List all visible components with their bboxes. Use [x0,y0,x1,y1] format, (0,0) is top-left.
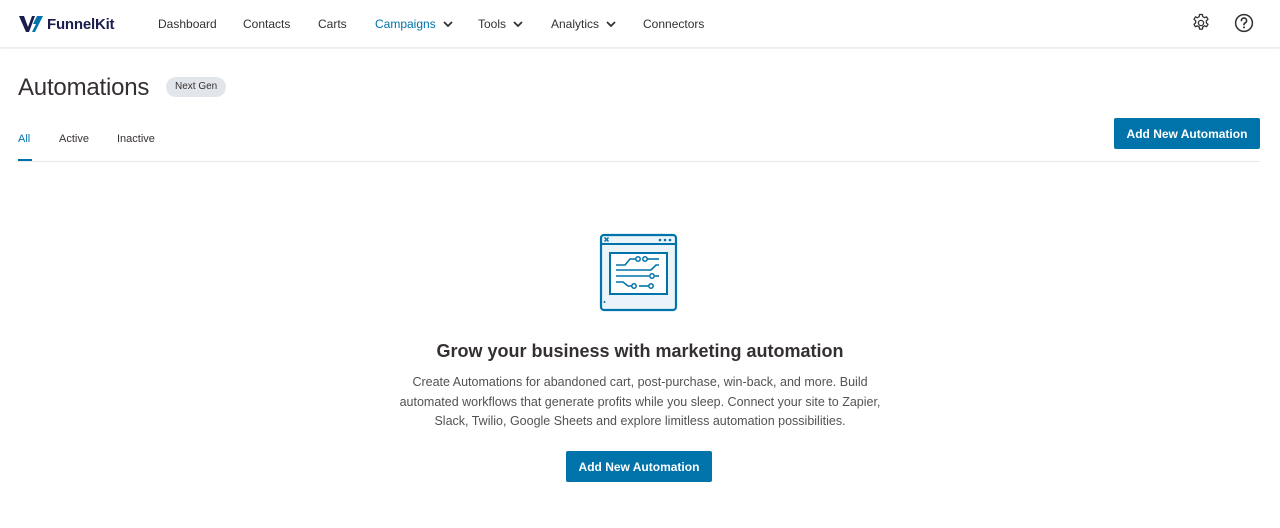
nav-item-campaigns[interactable]: Campaigns [375,17,453,31]
brand-name: FunnelKit [47,15,115,33]
nav-item-connectors[interactable]: Connectors [643,17,704,31]
tab-inactive[interactable]: Inactive [117,133,155,145]
gear-icon[interactable] [1191,13,1211,33]
add-new-automation-cta-button[interactable]: Add New Automation [566,451,712,482]
nav-item-tools[interactable]: Tools [478,17,523,31]
tabs-divider [18,161,1260,162]
nav-item-carts[interactable]: Carts [318,17,347,31]
nav-item-label: Analytics [551,17,600,31]
nav-item-label: Campaigns [375,17,436,31]
funnelkit-logo-icon [19,16,43,32]
funnelkit-logo[interactable]: FunnelKit [18,14,115,34]
nav-item-dashboard[interactable]: Dashboard [158,17,217,31]
chevron-down-icon [606,20,616,28]
tab-active[interactable]: Active [59,133,89,145]
automation-workflow-icon [599,233,679,313]
nav-item-label: Tools [478,17,507,31]
help-icon[interactable] [1234,13,1254,33]
nav-item-label: Contacts [243,17,291,31]
tab-all[interactable]: All [18,133,30,145]
chevron-down-icon [443,20,453,28]
empty-state-description: Create Automations for abandoned cart, p… [390,373,890,432]
description-line: Slack, Twilio, Google Sheets and explore… [434,414,846,428]
nav-item-analytics[interactable]: Analytics [551,17,616,31]
nav-item-label: Connectors [643,17,705,31]
add-new-automation-button[interactable]: Add New Automation [1114,118,1260,149]
description-line: automated workflows that generate profit… [399,394,881,409]
chevron-down-icon [513,20,523,28]
description-line: Create Automations for abandoned cart, p… [412,375,868,389]
next-gen-badge: Next Gen [166,77,227,97]
page-title: Automations [18,74,150,101]
empty-state-heading: Grow your business with marketing automa… [436,341,844,361]
top-navigation-bar: FunnelKit Dashboard Contacts Carts Campa… [0,0,1280,48]
main-content: Automations Next Gen All Active Inactive… [0,49,1280,528]
nav-item-contacts[interactable]: Contacts [243,17,290,31]
nav-item-label: Dashboard [158,17,217,31]
nav-item-label: Carts [318,17,347,31]
